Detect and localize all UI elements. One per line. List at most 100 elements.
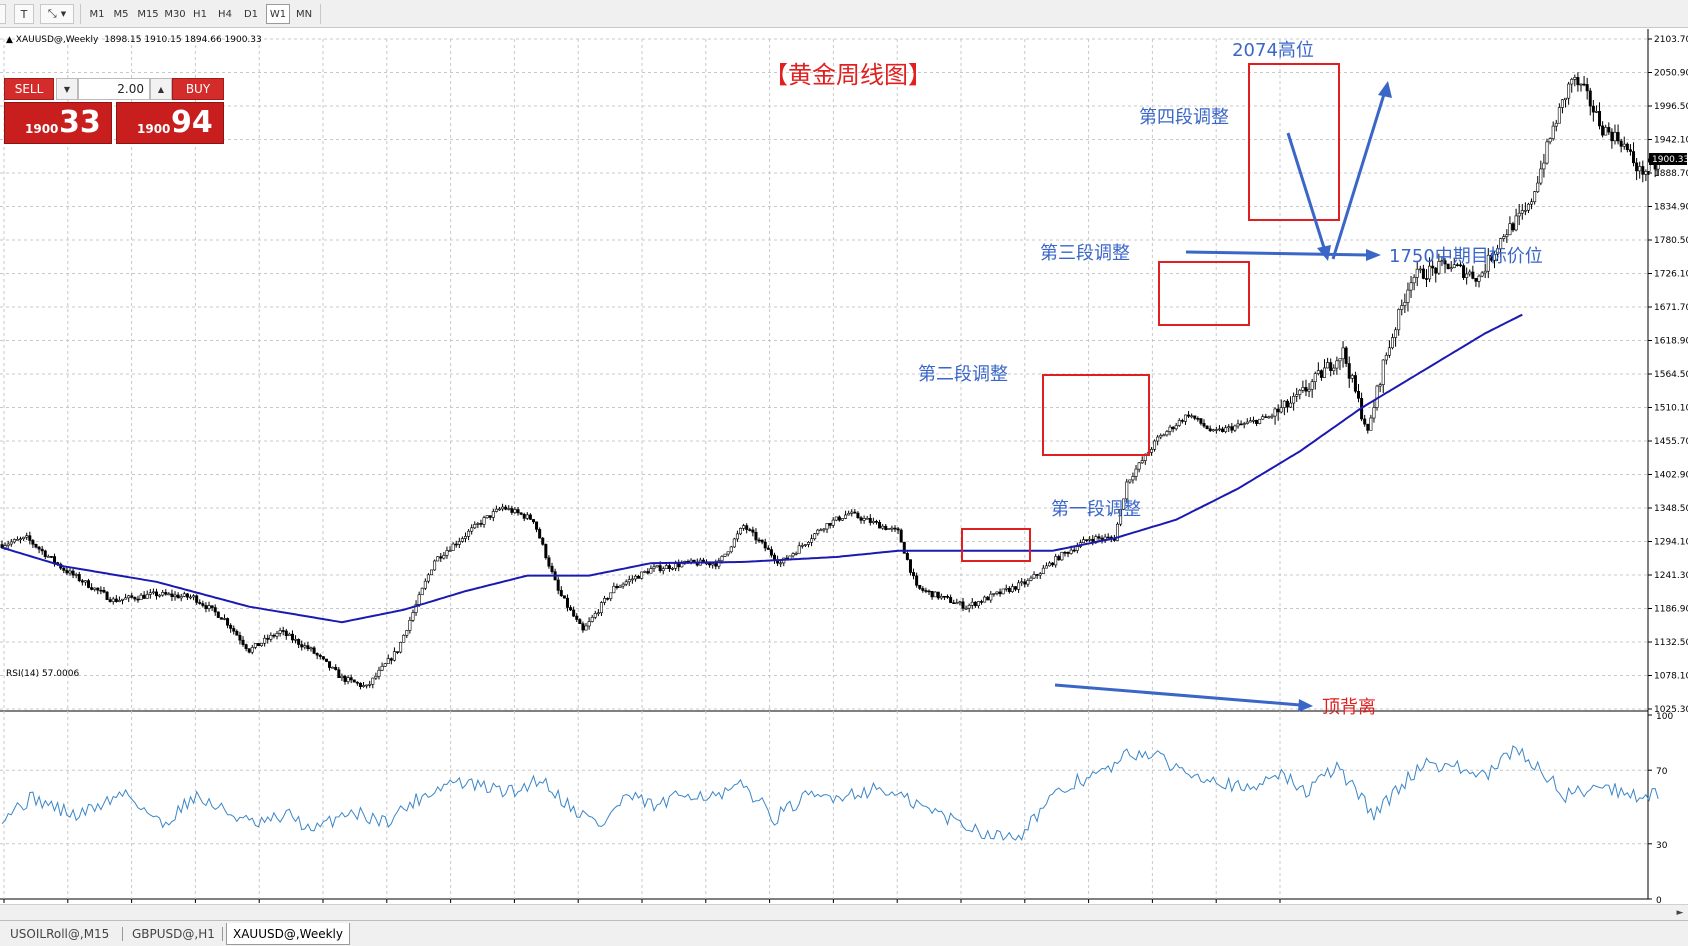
candle-body [179,596,183,599]
candle-body [989,593,993,601]
rsi-tick-label: 30 [1656,841,1668,851]
candlestick-series [0,72,1660,690]
candle-body [1421,268,1425,279]
candle-body [729,546,733,553]
candle-body [1424,278,1428,280]
tab-xauusd-weekly[interactable]: XAUUSD@,Weekly [226,923,350,945]
candle-body [519,512,523,515]
divergence-arrow-icon [1298,699,1313,712]
tab-gbpusd-h1[interactable]: GBPUSD@,H1 [126,923,221,945]
candle-body [53,556,57,563]
candle-body [955,602,959,605]
buy-price-panel[interactable]: 1900 94 [116,102,224,144]
candle-body [1635,162,1639,172]
lot-size-input[interactable] [78,78,150,100]
text-tool-button[interactable]: T [14,4,34,24]
candle-body [646,571,650,574]
candle-body [99,589,103,592]
candle-body [488,515,492,518]
candle-body [300,644,304,648]
candle-body [754,531,758,541]
chart-title: 【黄金周线图】 [764,61,932,89]
chart-area[interactable]: 2103.70 2050.90 1996.50 1942.10 1888.70 1834.… [0,29,1688,904]
annotation-target: 1750中期目标价位 [1389,246,1543,267]
candle-body [1394,329,1398,338]
timeframe-h1[interactable]: H1 [190,4,210,24]
candle-body [1035,574,1039,576]
candle-body [1301,387,1305,391]
candle-body [834,516,838,521]
candle-body [396,651,400,653]
candle-body [952,602,956,604]
candle-body [365,684,369,687]
candle-body [463,536,467,539]
candle-body [15,539,19,541]
candle-body [1387,347,1391,356]
lot-increase-button[interactable]: ▲ [150,78,172,100]
candle-body [562,595,566,599]
candle-body [949,597,953,603]
timeframe-w1[interactable]: W1 [266,4,290,24]
candle-body [757,539,761,542]
candle-body [791,553,795,557]
candle-body [831,519,835,526]
candle-body [603,598,607,603]
candle-body [1100,537,1104,540]
candle-body [1048,562,1052,567]
candle-body [1332,367,1336,371]
timeframe-m5[interactable]: M5 [110,4,132,24]
candle-body [1007,587,1011,592]
candle-body [1248,420,1252,423]
candle-body [547,557,551,567]
timeframe-mn[interactable]: MN [292,4,316,24]
candle-body [19,538,23,541]
candle-body [213,607,217,613]
candle-body [840,518,844,521]
buy-button[interactable]: BUY [172,78,224,100]
candle-body [1227,426,1231,429]
candle-body [1579,83,1583,86]
candle-body [71,570,75,576]
price-tick-label: 1510.10 [1654,404,1688,414]
candle-body [905,553,909,560]
timeframe-m1[interactable]: M1 [86,4,108,24]
sell-button[interactable]: SELL [4,78,54,100]
candle-body [720,556,724,562]
line-tool-dropdown[interactable]: ⤡ ▼ [40,4,74,24]
candle-body [260,642,264,647]
candle-body [238,634,242,641]
candle-body [1582,83,1586,86]
candle-body [664,565,668,570]
lot-decrease-button[interactable]: ▼ [56,78,78,100]
candle-body [1619,140,1623,147]
candle-body [1539,168,1543,184]
timeframe-h4[interactable]: H4 [215,4,235,24]
timeframe-d1[interactable]: D1 [240,4,262,24]
candle-body [457,541,461,545]
scroll-right-icon[interactable]: ► [1674,907,1686,919]
candle-body [139,594,143,600]
toolbar-edge[interactable] [0,4,6,24]
candle-body [1097,536,1101,539]
candle-body [68,570,72,574]
timeframe-m15[interactable]: M15 [135,4,161,24]
candle-body [1094,536,1098,542]
tab-usoilroll-m15[interactable]: USOILRoll@,M15 [4,923,115,945]
candle-body [890,527,894,530]
timeframe-m30[interactable]: M30 [162,4,188,24]
candle-body [939,595,943,599]
candle-body [1177,420,1181,426]
toolbar-separator [320,4,321,24]
candle-body [1533,191,1537,203]
horizontal-scrollbar[interactable]: ► [0,904,1688,920]
candle-body [1607,127,1611,133]
sell-price-panel[interactable]: 1900 33 [4,102,112,144]
candle-body [1542,162,1546,170]
candle-body [918,584,922,589]
candle-body [1208,428,1212,432]
one-click-trading-panel: SELL ▼ ▲ BUY 1900 33 1900 94 [4,78,224,144]
candle-body [28,535,32,541]
candle-body [1573,77,1577,80]
candle-body [93,587,97,590]
chart-svg[interactable]: 2103.70 2050.90 1996.50 1942.10 1888.70 1834.… [0,29,1688,904]
